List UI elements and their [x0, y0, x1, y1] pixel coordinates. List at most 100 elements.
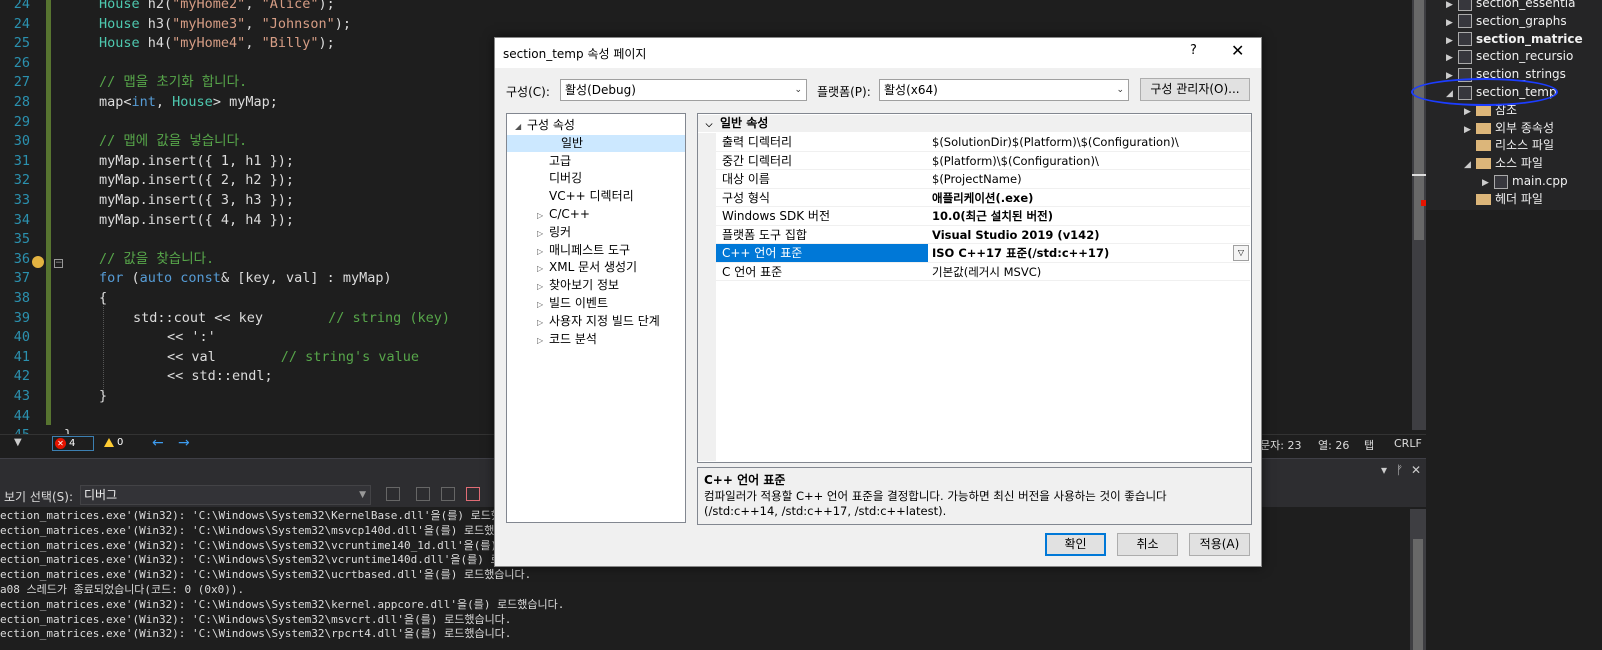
platform-select[interactable]: 활성(x64) ⌄ [879, 79, 1129, 101]
tree-item-label: 링커 [549, 224, 572, 239]
code-line[interactable]: // 맵에 값을 넣습니다. [99, 132, 247, 152]
tree-item[interactable]: ▷ 매니페스트 도구 [537, 242, 630, 259]
ok-button[interactable]: 확인 [1045, 533, 1106, 556]
dialog-titlebar[interactable]: section_temp 속성 페이지 ? ✕ [495, 38, 1261, 68]
tree-expander-icon[interactable]: ▷ [537, 243, 549, 260]
property-row[interactable]: 중간 디렉터리 $(Platform)\$(Configuration)\ [716, 152, 1250, 170]
group-header[interactable]: ⌵ 일반 속성 [698, 115, 1251, 132]
property-row[interactable]: 플랫폼 도구 집합 Visual Studio 2019 (v142) [716, 226, 1250, 244]
solution-explorer[interactable]: ▶ section_essentia ▶ section_graphs ▶ section… [1426, 0, 1602, 210]
collapse-icon[interactable]: − [54, 259, 63, 268]
property-tree[interactable]: ◢ 구성 속성 일반 고급 디버깅 VC++ 디렉터리 ▷ C/C++ ▷ 링커 ▷ 매니페스트 도구… [506, 113, 686, 523]
code-line[interactable]: } [99, 387, 107, 407]
solution-item[interactable]: ◢ 소스 파일 [1464, 154, 1543, 172]
solution-item[interactable]: ▶ 외부 종속성 [1464, 119, 1554, 137]
tree-item[interactable]: VC++ 디렉터리 [537, 188, 634, 205]
tree-expander-icon[interactable]: ▷ [537, 260, 549, 277]
solution-item[interactable]: ▶ section_graphs [1446, 12, 1567, 30]
tree-expander-icon[interactable]: ▷ [537, 207, 549, 224]
tree-item[interactable]: 일반 [507, 134, 685, 152]
pin-icon[interactable]: ᚠ [1396, 463, 1403, 477]
code-line[interactable]: House h2("myHome2", "Alice"); [99, 0, 335, 15]
code-line[interactable]: for (auto const& [key, val] : myMap) [99, 269, 392, 289]
zoom-dropdown-icon[interactable]: ▼ [14, 437, 22, 448]
tree-expander-icon[interactable]: ▷ [537, 332, 549, 349]
scrollbar-thumb[interactable] [1413, 539, 1423, 650]
solution-item[interactable]: ▶ section_recursio [1446, 47, 1573, 65]
tree-expander-icon[interactable]: ▷ [537, 225, 549, 242]
solution-item[interactable]: 리소스 파일 [1464, 136, 1554, 154]
config-select[interactable]: 활성(Debug) ⌄ [560, 79, 807, 101]
tree-item[interactable]: ▷ 사용자 지정 빌드 단계 [537, 313, 660, 330]
tree-expander-icon[interactable]: ▷ [537, 278, 549, 295]
code-line[interactable]: << std::endl; [167, 367, 273, 387]
tree-item[interactable]: ◢ 구성 속성 [515, 117, 575, 134]
property-value[interactable]: $(ProjectName) [932, 170, 1244, 188]
code-line[interactable]: << val // string's value [167, 348, 419, 368]
find-message-icon[interactable] [386, 487, 400, 501]
code-line[interactable]: // 값을 찾습니다. [99, 250, 214, 270]
code-line[interactable]: << ':' [167, 328, 216, 348]
expand-arrow-icon[interactable]: ◢ [1464, 156, 1476, 174]
cancel-button[interactable]: 취소 [1117, 533, 1178, 556]
nav-back-icon[interactable]: ← [152, 435, 164, 451]
tree-item[interactable]: ▷ 찾아보기 정보 [537, 277, 619, 294]
panel-menu-icon[interactable]: ▾ [1381, 463, 1387, 477]
property-value[interactable]: Visual Studio 2019 (v142) [932, 226, 1244, 244]
tree-expander-icon[interactable]: ◢ [515, 118, 527, 135]
code-line[interactable]: myMap.insert({ 1, h1 }); [99, 152, 294, 172]
tree-item[interactable]: ▷ XML 문서 생성기 [537, 259, 637, 276]
code-line[interactable]: House h3("myHome3", "Johnson"); [99, 15, 351, 35]
tree-item[interactable]: 디버깅 [537, 170, 582, 187]
help-button[interactable]: ? [1190, 43, 1197, 58]
close-icon[interactable]: ✕ [1411, 463, 1421, 477]
code-line[interactable]: { [99, 289, 107, 309]
clear-all-icon[interactable] [466, 487, 480, 501]
output-scrollbar[interactable] [1410, 509, 1426, 650]
property-row[interactable]: C 언어 표준 기본값(레거시 MSVC) [716, 263, 1250, 281]
property-row[interactable]: 대상 이름 $(ProjectName) [716, 170, 1250, 189]
tree-item[interactable]: ▷ C/C++ [537, 206, 590, 223]
tree-item[interactable]: ▷ 코드 분석 [537, 331, 597, 348]
property-value[interactable]: 10.0(최근 설치된 버전) [932, 207, 1244, 225]
solution-item[interactable]: ▶ section_matrice [1446, 30, 1583, 48]
next-message-icon[interactable] [441, 487, 455, 501]
tree-expander-icon[interactable]: ▷ [537, 314, 549, 331]
error-count[interactable]: ✕ 4 [52, 436, 94, 451]
output-source-select[interactable]: 디버그 ▼ [80, 485, 371, 505]
tree-item[interactable]: ▷ 링커 [537, 224, 571, 241]
code-line[interactable]: myMap.insert({ 2, h2 }); [99, 171, 294, 191]
code-line[interactable]: myMap.insert({ 3, h3 }); [99, 191, 294, 211]
property-value[interactable]: $(SolutionDir)$(Platform)\$(Configuratio… [932, 133, 1244, 151]
tree-item[interactable]: 고급 [537, 153, 571, 170]
config-manager-button[interactable]: 구성 관리자(O)... [1140, 78, 1250, 101]
chevron-down-icon[interactable]: ▽ [1233, 245, 1249, 261]
property-row[interactable]: 출력 디렉터리 $(SolutionDir)$(Platform)\$(Confi… [716, 133, 1250, 152]
close-button[interactable]: ✕ [1231, 41, 1244, 60]
nav-forward-icon[interactable]: → [178, 435, 190, 451]
property-row[interactable]: C++ 언어 표준 ISO C++17 표준(/std:c++17) ▽ [716, 244, 1250, 263]
property-value[interactable]: 기본값(레거시 MSVC) [932, 263, 1244, 281]
solution-item[interactable]: 헤더 파일 [1464, 190, 1543, 208]
tree-item[interactable]: ▷ 빌드 이벤트 [537, 295, 608, 312]
property-value[interactable]: ISO C++17 표준(/std:c++17) [932, 244, 1244, 262]
solution-item[interactable]: ▶ main.cpp [1482, 172, 1568, 190]
property-row[interactable]: Windows SDK 버전 10.0(최근 설치된 버전) [716, 207, 1250, 226]
code-line[interactable]: map<int, House> myMap; [99, 93, 278, 113]
code-line[interactable]: myMap.insert({ 4, h4 }); [99, 211, 294, 231]
warning-count[interactable]: 0 [104, 437, 123, 448]
code-line[interactable]: // 맵을 초기화 합니다. [99, 73, 247, 93]
solution-item[interactable]: ▶ section_essentia [1446, 0, 1576, 12]
property-value[interactable]: $(Platform)\$(Configuration)\ [932, 152, 1244, 170]
tree-expander-icon[interactable]: ▷ [537, 296, 549, 313]
code-line[interactable]: std::cout << key // string (key) [133, 309, 450, 329]
lightbulb-icon[interactable] [32, 256, 44, 268]
property-value[interactable]: 애플리케이션(.exe) [932, 189, 1244, 207]
property-row[interactable]: 구성 형식 애플리케이션(.exe) [716, 189, 1250, 207]
editor-vertical-scrollbar[interactable] [1412, 0, 1426, 430]
code-line[interactable]: House h4("myHome4", "Billy"); [99, 34, 335, 54]
property-grid[interactable]: ⌵ 일반 속성 출력 디렉터리 $(SolutionDir)$(Platform)\… [697, 113, 1252, 463]
apply-button[interactable]: 적용(A) [1189, 533, 1250, 556]
property-pages-dialog[interactable]: section_temp 속성 페이지 ? ✕ 구성(C): 활성(Debug)… [494, 37, 1262, 567]
prev-message-icon[interactable] [416, 487, 430, 501]
